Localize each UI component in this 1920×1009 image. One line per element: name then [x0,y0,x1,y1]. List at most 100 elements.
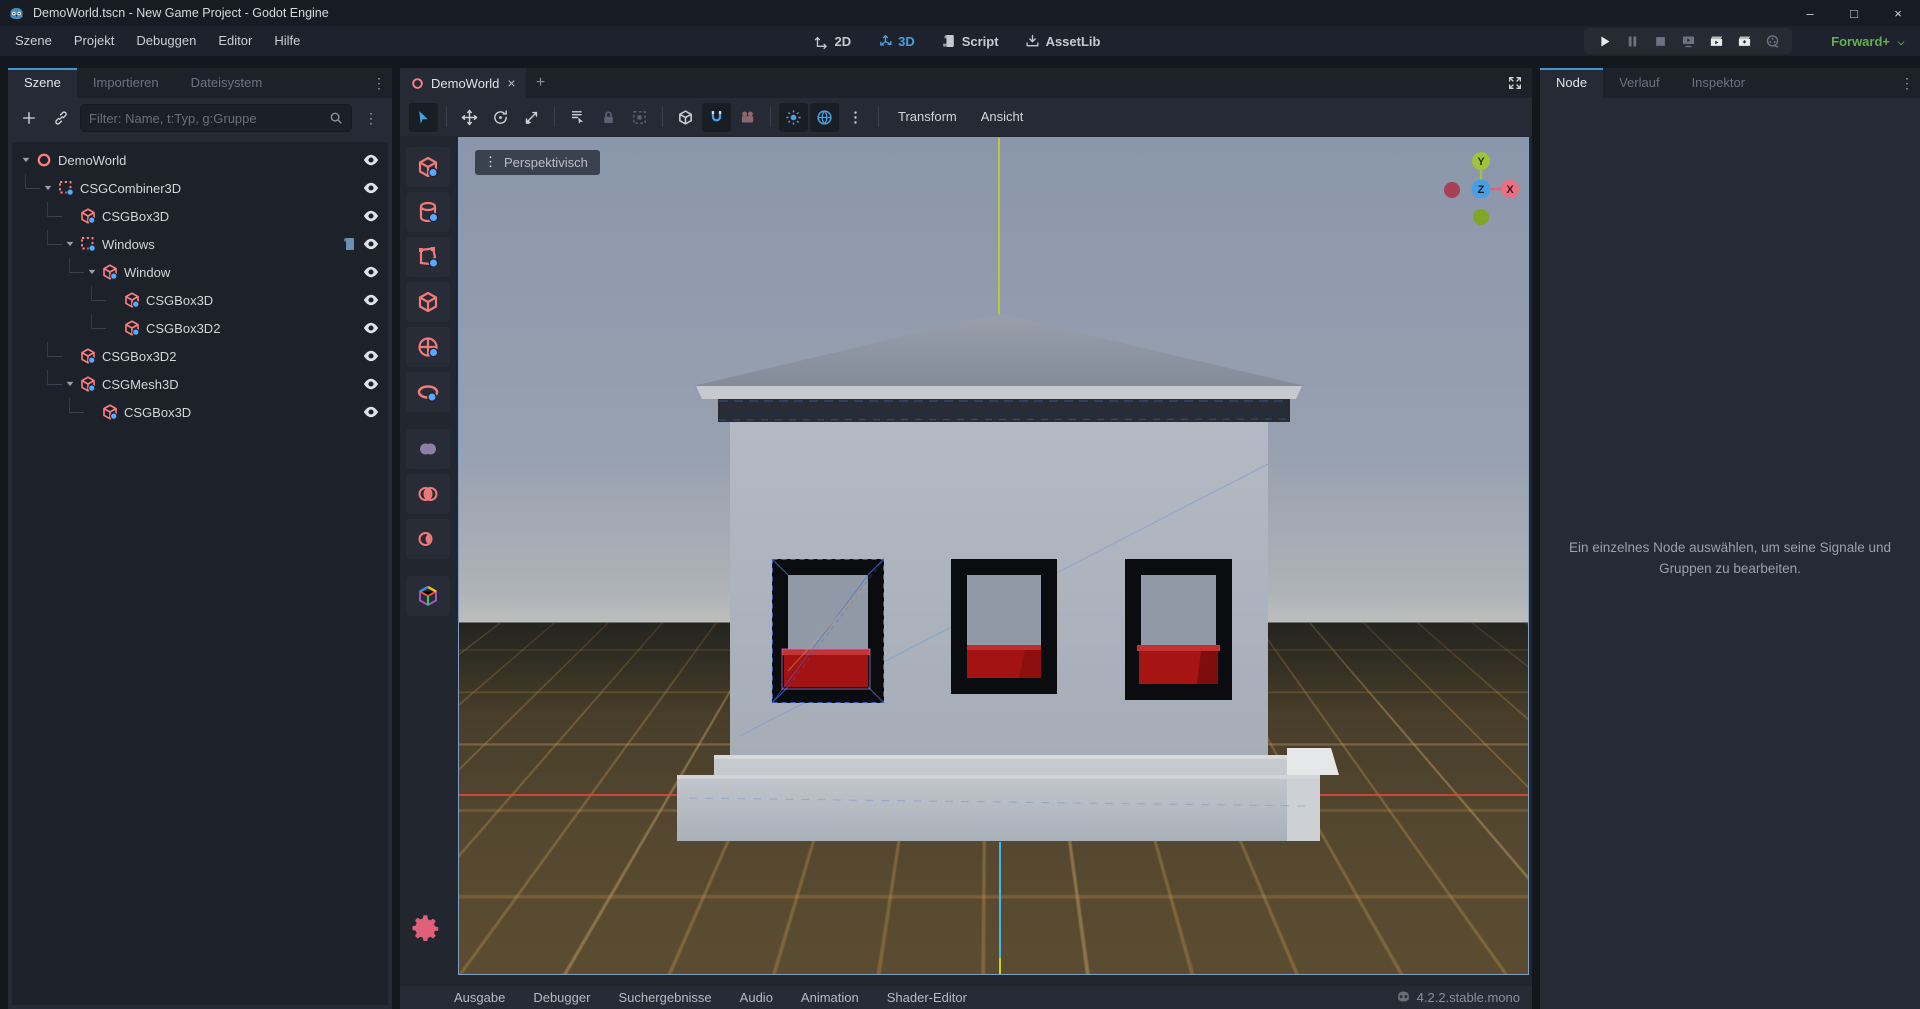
remote-play-button[interactable] [1676,29,1700,53]
visibility-eye-icon[interactable] [362,235,380,253]
list-select-icon-button[interactable] [563,103,592,132]
workspace-button-assetlib[interactable]: AssetLib [1017,33,1109,49]
tree-row-csgbox3d2[interactable]: CSGBox3D2 [12,342,388,370]
op-union-icon-button[interactable] [406,429,450,469]
tree-row-windows[interactable]: Windows [12,230,388,258]
tab-verlauf[interactable]: Verlauf [1603,68,1675,98]
visibility-eye-icon[interactable] [362,319,380,337]
tree-row-csgbox3d[interactable]: CSGBox3D [12,286,388,314]
collapse-chevron-icon[interactable] [18,152,34,168]
op-intersect-icon-button[interactable] [406,474,450,514]
movie-maker-button[interactable] [1760,29,1784,53]
csg-mesh-icon-button[interactable] [406,282,450,322]
op-subtract-icon-button[interactable] [406,519,450,559]
snap-icon-button[interactable] [702,103,731,132]
scene-tab-demoworld[interactable]: DemoWorld × [400,68,526,98]
lock-icon-button[interactable] [594,103,623,132]
tree-row-csgmesh3d[interactable]: CSGMesh3D [12,370,388,398]
instance-scene-button[interactable] [48,105,74,131]
tree-row-window[interactable]: Window [12,258,388,286]
collapse-chevron-icon[interactable] [62,236,78,252]
visibility-eye-icon[interactable] [362,403,380,421]
tab-close-icon[interactable]: × [505,75,515,91]
renderer-select[interactable]: Forward+ [1831,26,1906,56]
select-icon-button[interactable] [409,103,438,132]
move-icon-button[interactable] [455,103,484,132]
workspace-button-2d[interactable]: 2D [805,33,859,49]
minimize-button[interactable]: – [1788,0,1832,26]
scale-icon-button[interactable] [517,103,546,132]
tree-row-csgbox3d[interactable]: CSGBox3D [12,202,388,230]
visibility-eye-icon[interactable] [362,263,380,281]
rotate-icon-button[interactable] [486,103,515,132]
visibility-eye-icon[interactable] [362,179,380,197]
group-icon-button[interactable] [625,103,654,132]
collapse-chevron-icon[interactable] [84,264,100,280]
script-icon[interactable] [340,236,356,252]
menu-szene[interactable]: Szene [4,26,63,56]
play-button[interactable] [1592,29,1616,53]
menu-debuggen[interactable]: Debuggen [125,26,207,56]
tree-row-csgcombiner3d[interactable]: CSGCombiner3D [12,174,388,202]
csg-polygon-icon-button[interactable] [406,237,450,277]
bottom-panel-ausgabe[interactable]: Ausgabe [440,990,519,1005]
visibility-eye-icon[interactable] [362,347,380,365]
workspace-button-3d[interactable]: 3D [869,33,923,49]
godot-version-icon [1396,989,1411,1007]
local-space-icon-button[interactable] [671,103,700,132]
camera-preview-icon-button[interactable] [733,103,762,132]
menu-editor[interactable]: Editor [207,26,263,56]
gridmap-icon-button[interactable] [406,576,450,616]
visibility-eye-icon[interactable] [362,151,380,169]
csg-torus-icon-button[interactable] [406,372,450,412]
visibility-eye-icon[interactable] [362,375,380,393]
tab-menu-dots-icon[interactable]: ⋮ [1894,68,1920,98]
viewport-menu-transform[interactable]: Transform [886,98,969,136]
tree-row-csgbox3d[interactable]: CSGBox3D [12,398,388,426]
tab-dateisystem[interactable]: Dateisystem [175,68,279,98]
bottom-panel-animation[interactable]: Animation [787,990,873,1005]
maximize-button[interactable]: □ [1832,0,1876,26]
bottom-panel-audio[interactable]: Audio [726,990,787,1005]
projection-menu[interactable]: ⋮ Perspektivisch [475,150,600,175]
collapse-chevron-icon[interactable] [40,180,56,196]
tab-importieren[interactable]: Importieren [77,68,175,98]
play-custom-scene-button[interactable] [1732,29,1756,53]
bottom-panel-suchergebnisse[interactable]: Suchergebnisse [604,990,725,1005]
workspace-button-script[interactable]: Script [933,33,1007,49]
gizmo-neg-x[interactable] [1444,182,1460,198]
tab-szene[interactable]: Szene [8,68,77,98]
gizmo-neg-y[interactable] [1473,209,1489,225]
bottom-panel-shader-editor[interactable]: Shader-Editor [873,990,981,1005]
tab-inspektor[interactable]: Inspektor [1676,68,1761,98]
menu-projekt[interactable]: Projekt [63,26,125,56]
tree-row-csgbox3d2[interactable]: CSGBox3D2 [12,314,388,342]
stop-button[interactable] [1648,29,1672,53]
tab-node[interactable]: Node [1540,68,1603,98]
menu-hilfe[interactable]: Hilfe [263,26,311,56]
pause-button[interactable] [1620,29,1644,53]
close-button[interactable]: × [1876,0,1920,26]
dots-menu-icon-button[interactable] [841,103,870,132]
filter-input[interactable] [89,111,329,126]
visibility-eye-icon[interactable] [362,291,380,309]
bottom-panel-debugger[interactable]: Debugger [519,990,604,1005]
csg-box-icon-button[interactable] [406,147,450,187]
sun-icon-button[interactable] [779,103,808,132]
tree-row-demoworld[interactable]: DemoWorld [12,146,388,174]
csg-cylinder-icon-button[interactable] [406,192,450,232]
expand-viewport-button[interactable] [1498,68,1532,98]
axis-gizmo[interactable]: Y X Z [1443,150,1519,226]
viewport-menu-ansicht[interactable]: Ansicht [969,98,1036,136]
csg-sphere-icon-button[interactable] [406,327,450,367]
3d-viewport[interactable]: ⋮ Perspektivisch Y X Z [458,137,1529,975]
new-scene-tab-button[interactable]: + [526,68,556,98]
play-scene-button[interactable] [1704,29,1728,53]
gear-icon[interactable] [412,914,442,944]
tree-menu-button[interactable]: ⋮ [358,105,384,131]
tab-menu-dots-icon[interactable]: ⋮ [366,68,392,98]
visibility-eye-icon[interactable] [362,207,380,225]
environment-icon-button[interactable] [810,103,839,132]
add-node-button[interactable] [16,105,42,131]
collapse-chevron-icon[interactable] [62,376,78,392]
